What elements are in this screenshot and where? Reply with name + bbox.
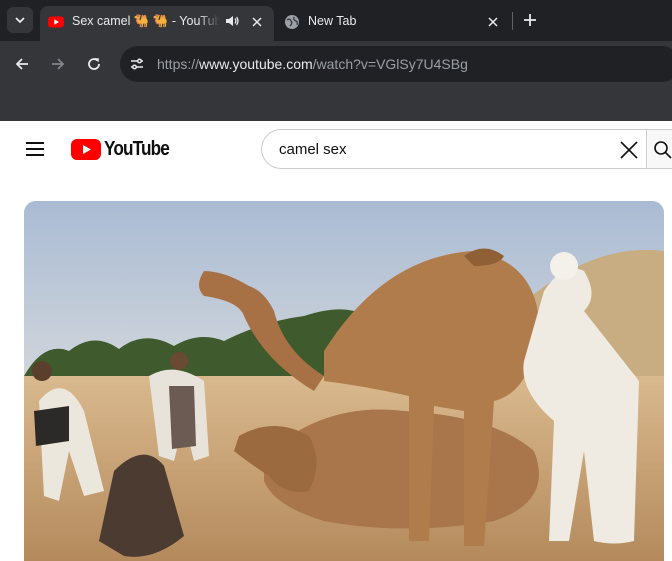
reload-button[interactable] <box>82 52 106 76</box>
bookmarks-bar <box>0 87 672 121</box>
tab-strip: Sex camel 🐫 🐫 - YouTube New Tab <box>0 0 672 41</box>
youtube-play-logo-icon <box>71 139 101 160</box>
plus-icon <box>524 14 536 26</box>
url-host: www.youtube.com <box>199 56 313 72</box>
video-frame <box>24 201 664 561</box>
arrow-right-icon <box>52 58 65 70</box>
globe-favicon <box>284 14 300 35</box>
tab-search-button[interactable] <box>7 7 33 33</box>
search-input[interactable]: camel sex <box>261 129 646 169</box>
url-scheme: https:// <box>157 56 200 72</box>
url-path: /watch?v=VGlSy7U4SBg <box>312 56 468 72</box>
tab-youtube[interactable]: Sex camel 🐫 🐫 - YouTube <box>40 6 274 41</box>
site-info-icon[interactable] <box>128 55 146 78</box>
speaker-icon[interactable] <box>224 13 240 34</box>
tab-separator <box>512 12 513 30</box>
back-button[interactable] <box>10 52 34 76</box>
close-tab-icon[interactable] <box>248 13 266 31</box>
reload-icon <box>88 58 100 70</box>
clear-search-icon[interactable] <box>619 140 639 165</box>
browser-toolbar: https://www.youtube.com/watch?v=VGlSy7U4… <box>0 41 672 87</box>
tab-title: Sex camel 🐫 🐫 - YouTube <box>72 14 220 28</box>
menu-icon[interactable] <box>24 139 48 159</box>
youtube-wordmark: YouTube <box>104 138 170 160</box>
address-bar[interactable]: https://www.youtube.com/watch?v=VGlSy7U4… <box>120 46 672 82</box>
search-button[interactable] <box>646 129 672 169</box>
youtube-logo[interactable]: YouTube <box>71 138 180 161</box>
youtube-favicon <box>48 14 64 35</box>
arrow-left-icon <box>15 58 28 70</box>
video-player[interactable] <box>24 201 664 561</box>
url-text: https://www.youtube.com/watch?v=VGlSy7U4… <box>157 56 468 72</box>
tab-new-tab[interactable]: New Tab <box>276 6 512 41</box>
new-tab-button[interactable] <box>518 8 542 32</box>
chevron-down-icon <box>15 17 25 24</box>
close-tab-icon[interactable] <box>484 13 502 31</box>
search-icon <box>654 141 672 159</box>
forward-button[interactable] <box>46 52 70 76</box>
tab-title: New Tab <box>308 14 357 28</box>
youtube-masthead: YouTube camel sex <box>0 121 672 177</box>
search-query: camel sex <box>279 141 347 158</box>
